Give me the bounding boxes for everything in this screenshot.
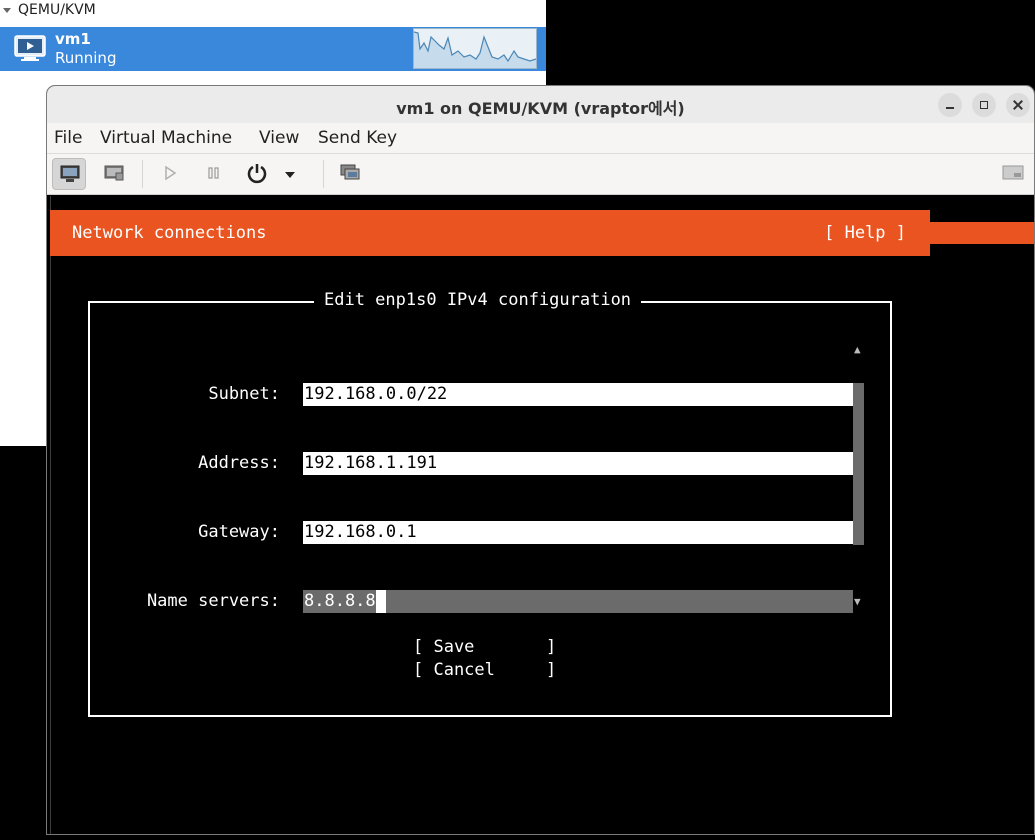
toolbar-separator bbox=[142, 160, 143, 188]
header-accent-strip bbox=[930, 222, 1034, 244]
menu-view[interactable]: View bbox=[259, 128, 299, 148]
details-icon bbox=[104, 165, 124, 181]
text-cursor bbox=[375, 590, 386, 613]
toolbar-separator bbox=[323, 160, 324, 188]
scrollbar-thumb[interactable] bbox=[853, 383, 864, 545]
menu-bar: File Virtual Machine View Send Key bbox=[47, 123, 1034, 153]
scroll-down-icon[interactable]: ▼ bbox=[854, 595, 861, 608]
menu-file[interactable]: File bbox=[54, 128, 82, 148]
run-button[interactable] bbox=[153, 158, 187, 190]
connection-row[interactable]: QEMU/KVM bbox=[0, 0, 546, 24]
show-details-button[interactable] bbox=[97, 158, 131, 190]
minimize-icon[interactable] bbox=[938, 93, 962, 117]
menu-virtual-machine[interactable]: Virtual Machine bbox=[100, 128, 232, 148]
gateway-input[interactable]: 192.168.0.1 bbox=[303, 521, 853, 544]
guest-display-edge bbox=[50, 196, 51, 834]
maximize-icon[interactable] bbox=[972, 93, 996, 117]
subnet-input[interactable]: 192.168.0.0/22 bbox=[303, 383, 853, 406]
dropdown-arrow-icon bbox=[285, 172, 295, 178]
fullscreen-icon bbox=[1002, 165, 1024, 180]
vm-status: Running bbox=[55, 49, 117, 67]
cpu-usage-graph bbox=[413, 28, 537, 69]
connection-label: QEMU/KVM bbox=[18, 2, 96, 18]
name-servers-value: 8.8.8.8 bbox=[304, 591, 376, 611]
show-console-button[interactable] bbox=[52, 158, 86, 190]
pause-button[interactable] bbox=[197, 158, 231, 190]
close-icon[interactable] bbox=[1006, 93, 1030, 117]
ipv4-config-dialog: Edit enp1s0 IPv4 configuration ▲ ▼ Subne… bbox=[88, 290, 892, 717]
dialog-title: Edit enp1s0 IPv4 configuration bbox=[314, 290, 642, 310]
power-icon bbox=[247, 164, 267, 184]
vm-console-window: vm1 on QEMU/KVM (vraptor에서) File Virtual… bbox=[46, 85, 1035, 835]
address-label: Address: bbox=[198, 453, 280, 473]
cancel-button[interactable]: [ Cancel ] bbox=[413, 660, 556, 680]
vm-name: vm1 bbox=[55, 30, 91, 48]
menu-send-key[interactable]: Send Key bbox=[318, 128, 397, 148]
play-icon bbox=[165, 165, 177, 181]
window-title: vm1 on QEMU/KVM (vraptor에서) bbox=[396, 99, 685, 118]
name-servers-input[interactable]: 8.8.8.8 bbox=[303, 590, 853, 613]
vm-list-item[interactable]: vm1 Running bbox=[0, 27, 546, 71]
gateway-label: Gateway: bbox=[198, 522, 280, 542]
snapshots-button[interactable] bbox=[333, 158, 367, 190]
shutdown-button[interactable] bbox=[240, 158, 274, 190]
header-title: Network connections bbox=[72, 223, 267, 243]
snapshots-icon bbox=[340, 164, 360, 180]
pause-icon bbox=[208, 167, 219, 179]
address-input[interactable]: 192.168.1.191 bbox=[303, 452, 853, 475]
save-button[interactable]: [ Save ] bbox=[413, 637, 556, 657]
scroll-up-icon[interactable]: ▲ bbox=[854, 343, 861, 356]
help-button[interactable]: [ Help ] bbox=[824, 223, 906, 243]
subnet-label: Subnet: bbox=[208, 384, 280, 404]
guest-display[interactable]: Network connections [ Help ] Edit enp1s0… bbox=[50, 196, 1034, 834]
window-titlebar[interactable]: vm1 on QEMU/KVM (vraptor에서) bbox=[47, 86, 1034, 123]
shutdown-menu-button[interactable] bbox=[279, 158, 301, 190]
vm-monitor-icon bbox=[14, 35, 46, 61]
fullscreen-button[interactable] bbox=[995, 158, 1029, 190]
installer-header: Network connections [ Help ] bbox=[50, 210, 930, 256]
name-servers-label: Name servers: bbox=[146, 591, 280, 611]
monitor-icon bbox=[60, 165, 80, 182]
expander-triangle-icon[interactable] bbox=[3, 8, 11, 13]
toolbar bbox=[47, 153, 1034, 195]
